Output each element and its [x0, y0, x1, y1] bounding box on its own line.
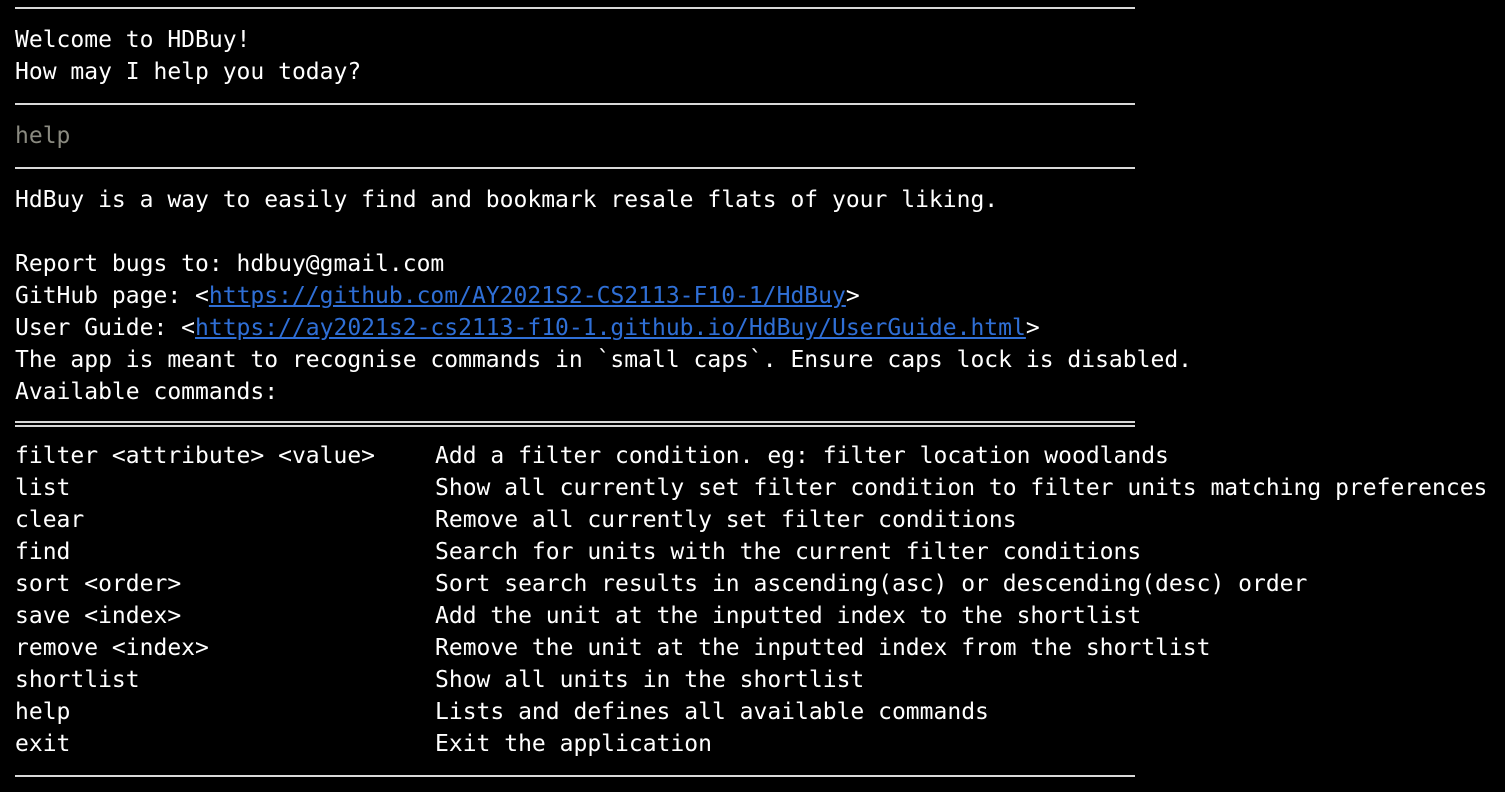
command-row: exit Exit the application [15, 728, 1505, 760]
report-bugs-line: Report bugs to: hdbuy@gmail.com [15, 251, 445, 277]
command-name: clear [15, 507, 85, 533]
github-label: GitHub page: < [15, 283, 209, 309]
user-guide-close: > [1025, 315, 1040, 341]
double-separator-line [15, 408, 1135, 440]
welcome-message: Welcome to HDBuy! [15, 27, 251, 53]
command-description: Add the unit at the inputted index to th… [435, 603, 1142, 629]
command-row: find Search for units with the current fi… [15, 536, 1505, 568]
command-description: Show all currently set filter condition … [435, 475, 1488, 501]
github-link[interactable]: https://github.com/AY2021S2-CS2113-F10-1… [209, 283, 846, 309]
command-description: Remove all currently set filter conditio… [435, 507, 1017, 533]
command-name: find [15, 539, 71, 565]
command-row: clear Remove all currently set filter con… [15, 504, 1505, 536]
user-guide-link[interactable]: https://ay2021s2-cs2113-f10-1.github.io/… [195, 315, 1026, 341]
command-description: Exit the application [435, 731, 712, 757]
github-close: > [845, 283, 860, 309]
user-guide-label: User Guide: < [15, 315, 196, 341]
user-input-echo: help [15, 123, 71, 149]
command-description: Search for units with the current filter… [435, 539, 1142, 565]
command-row: shortlist Show all units in the shortlist [15, 664, 1505, 696]
command-name: filter <attribute> <value> [15, 443, 376, 469]
caps-note: The app is meant to recognise commands i… [15, 347, 1193, 373]
separator-line [15, 760, 1135, 792]
command-name: shortlist [15, 667, 140, 693]
command-description: Lists and defines all available commands [435, 699, 989, 725]
github-line: GitHub page: <https://github.com/AY2021S… [15, 280, 1505, 312]
separator-line [15, 88, 1135, 120]
command-description: Add a filter condition. eg: filter locat… [435, 443, 1169, 469]
command-name: help [15, 699, 71, 725]
available-commands-heading: Available commands: [15, 379, 279, 405]
separator-line [15, 152, 1135, 184]
help-intro: HdBuy is a way to easily find and bookma… [15, 187, 999, 213]
command-row: sort <order> Sort search results in ascen… [15, 568, 1505, 600]
separator-line [15, 0, 1135, 24]
terminal-output: Welcome to HDBuy! How may I help you tod… [15, 0, 1505, 792]
command-name: list [15, 475, 71, 501]
command-name: exit [15, 731, 71, 757]
command-name: sort <order> [15, 571, 182, 597]
command-table: filter <attribute> <value> Add a filter c… [15, 440, 1505, 760]
command-description: Sort search results in ascending(asc) or… [435, 571, 1308, 597]
command-description: Remove the unit at the inputted index fr… [435, 635, 1211, 661]
command-row: save <index> Add the unit at the inputted… [15, 600, 1505, 632]
command-name: remove <index> [15, 635, 209, 661]
command-name: save <index> [15, 603, 182, 629]
command-row: help Lists and defines all available comm… [15, 696, 1505, 728]
command-row: list Show all currently set filter condit… [15, 472, 1505, 504]
command-description: Show all units in the shortlist [435, 667, 865, 693]
user-guide-line: User Guide: <https://ay2021s2-cs2113-f10… [15, 312, 1505, 344]
command-row: filter <attribute> <value> Add a filter c… [15, 440, 1505, 472]
command-row: remove <index> Remove the unit at the inp… [15, 632, 1505, 664]
prompt-question: How may I help you today? [15, 59, 362, 85]
